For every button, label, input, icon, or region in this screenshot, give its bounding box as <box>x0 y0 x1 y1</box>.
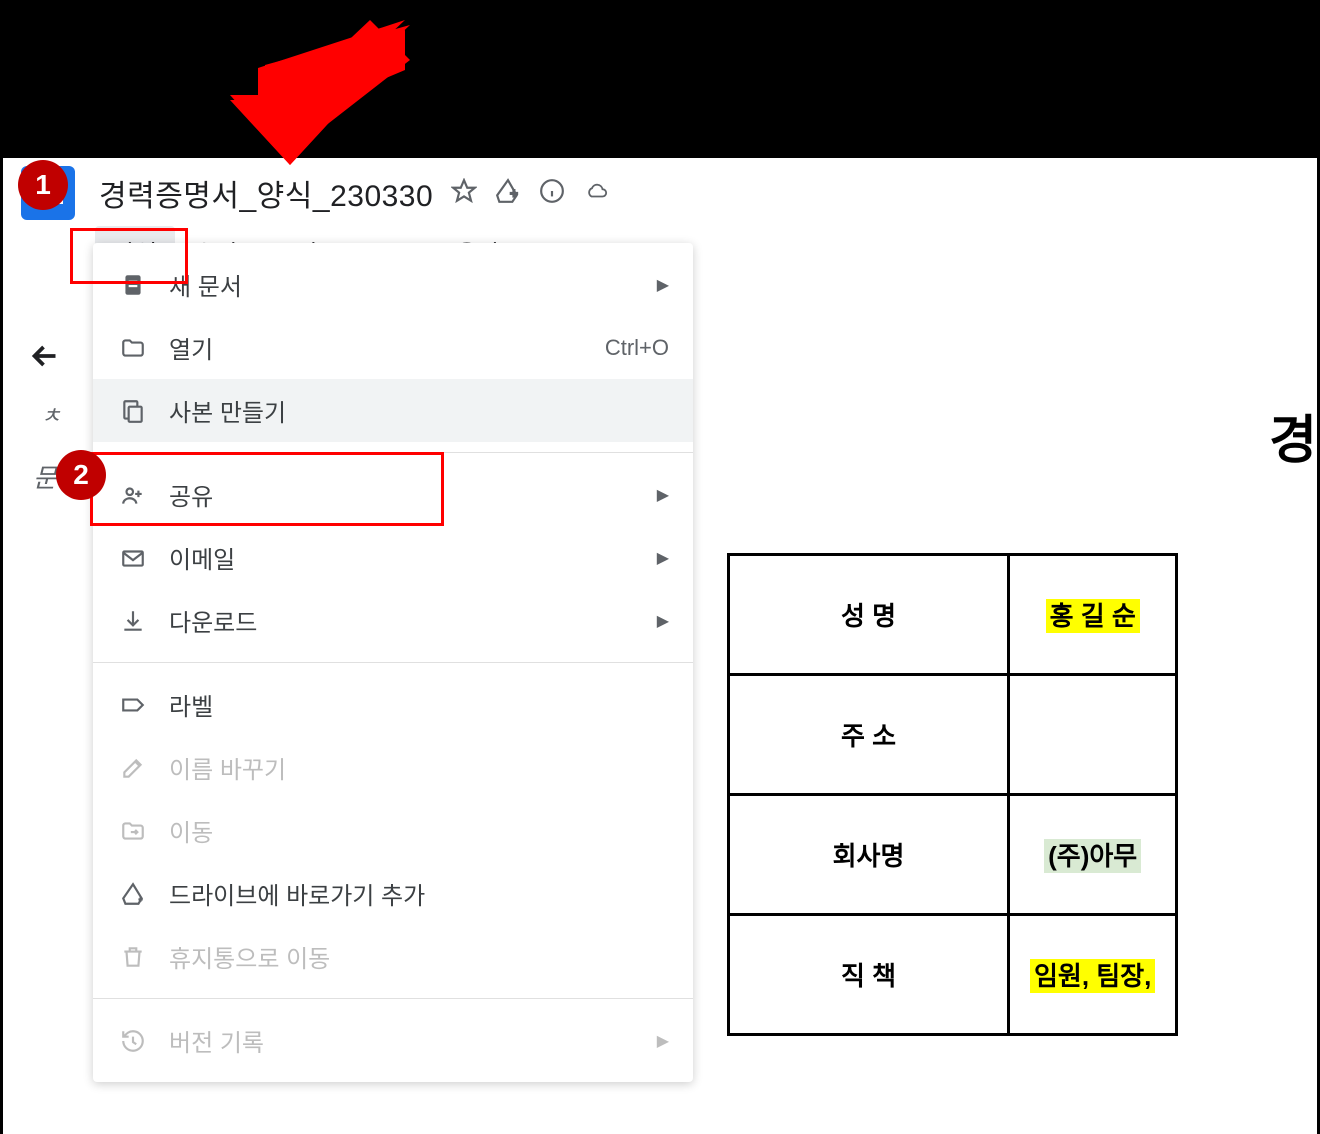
menu-label: 이동 <box>169 813 669 848</box>
svg-text:+: + <box>510 185 518 200</box>
annotation-callout-2: 2 <box>56 450 106 500</box>
menu-separator <box>93 998 693 999</box>
menu-move-to-trash: 휴지통으로 이동 <box>93 925 693 988</box>
menu-version-history: 버전 기록 ▶ <box>93 1009 693 1072</box>
menu-email[interactable]: 이메일 ▶ <box>93 526 693 589</box>
top-black-bar <box>0 0 1320 155</box>
drive-shortcut-icon[interactable]: + <box>495 178 521 209</box>
download-icon <box>117 605 149 637</box>
menu-label: 이름 바꾸기 <box>169 750 669 785</box>
menu-label: 버전 기록 <box>169 1023 657 1058</box>
star-icon[interactable] <box>451 178 477 209</box>
shortcut-text: Ctrl+O <box>605 335 669 361</box>
table-row: 주 소 <box>729 675 1177 795</box>
field-value[interactable]: 홍 길 순 <box>1009 555 1177 675</box>
field-value[interactable]: 임원, 팀장, <box>1009 915 1177 1035</box>
copy-icon <box>117 395 149 427</box>
menu-label: 이메일 <box>169 540 657 575</box>
field-label: 주 소 <box>729 675 1009 795</box>
menu-make-copy[interactable]: 사본 만들기 <box>93 379 693 442</box>
menu-label: 다운로드 <box>169 603 657 638</box>
menu-download[interactable]: 다운로드 ▶ <box>93 589 693 652</box>
field-label: 회사명 <box>729 795 1009 915</box>
info-icon[interactable] <box>539 178 565 209</box>
menu-move: 이동 <box>93 799 693 862</box>
move-icon <box>117 815 149 847</box>
outline-truncated-1: ㅊ <box>41 398 61 430</box>
document-canvas[interactable]: 경 성 명 홍 길 순 주 소 회사명 (주)아무 직 책 임원, 팀장, <box>703 243 1317 1134</box>
annotation-callout-1: 1 <box>18 160 68 210</box>
table-row: 성 명 홍 길 순 <box>729 555 1177 675</box>
label-icon <box>117 689 149 721</box>
drive-add-icon <box>117 878 149 910</box>
menu-label-action[interactable]: 라벨 <box>93 673 693 736</box>
table-row: 회사명 (주)아무 <box>729 795 1177 915</box>
folder-icon <box>117 332 149 364</box>
menu-rename: 이름 바꾸기 <box>93 736 693 799</box>
menu-label: 새 문서 <box>169 267 657 302</box>
menu-label: 라벨 <box>169 687 669 722</box>
table-row: 직 책 임원, 팀장, <box>729 915 1177 1035</box>
field-label: 직 책 <box>729 915 1009 1035</box>
field-value[interactable] <box>1009 675 1177 795</box>
history-icon <box>117 1025 149 1057</box>
field-value[interactable]: (주)아무 <box>1009 795 1177 915</box>
menu-label: 열기 <box>169 330 605 365</box>
title-bar: 경력증명서_양식_230330 + <box>3 158 1317 220</box>
field-label: 성 명 <box>729 555 1009 675</box>
submenu-arrow-icon: ▶ <box>657 1031 669 1051</box>
rename-icon <box>117 752 149 784</box>
cloud-icon[interactable] <box>583 180 611 207</box>
menu-open[interactable]: 열기 Ctrl+O <box>93 316 693 379</box>
file-menu-dropdown: 새 문서 ▶ 열기 Ctrl+O 사본 만들기 공유 ▶ 이메일 ▶ 다운로드 … <box>93 243 693 1082</box>
email-icon <box>117 542 149 574</box>
submenu-arrow-icon: ▶ <box>657 548 669 568</box>
submenu-arrow-icon: ▶ <box>657 611 669 631</box>
form-table: 성 명 홍 길 순 주 소 회사명 (주)아무 직 책 임원, 팀장, <box>727 553 1178 1036</box>
menu-label: 드라이브에 바로가기 추가 <box>169 876 669 911</box>
menu-label: 사본 만들기 <box>169 393 669 428</box>
submenu-arrow-icon: ▶ <box>657 485 669 505</box>
annotation-highlight-box-1 <box>70 228 188 284</box>
app-window: 경력증명서_양식_230330 + 파일 수정 보기 도구 도움말 ㅊ 문서 <box>0 155 1320 1134</box>
back-arrow-icon[interactable] <box>27 338 63 384</box>
menu-add-drive-shortcut[interactable]: 드라이브에 바로가기 추가 <box>93 862 693 925</box>
red-arrow-annotation <box>230 10 410 170</box>
menu-label: 휴지통으로 이동 <box>169 939 669 974</box>
menu-separator <box>93 662 693 663</box>
trash-icon <box>117 941 149 973</box>
document-heading: 경 <box>1269 398 1317 473</box>
document-title[interactable]: 경력증명서_양식_230330 <box>99 171 433 215</box>
annotation-highlight-box-2 <box>90 452 444 526</box>
submenu-arrow-icon: ▶ <box>657 275 669 295</box>
